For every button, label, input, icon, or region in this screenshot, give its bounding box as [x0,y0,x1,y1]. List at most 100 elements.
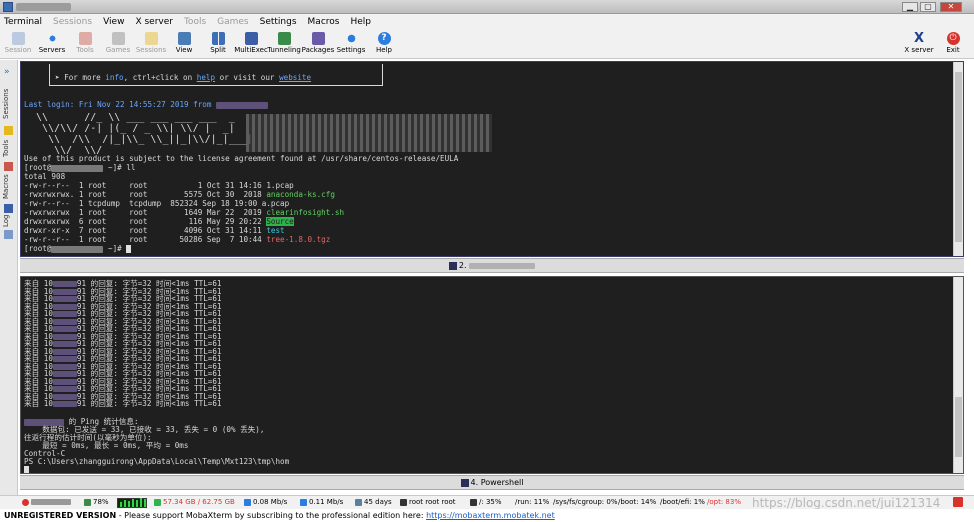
split-icon [211,32,225,45]
status-opt-fs: /opt: 83% [707,498,741,506]
close-window-button[interactable]: ✕ [940,2,962,12]
cursor [24,466,29,473]
double-chevron-icon[interactable]: » [4,68,13,77]
info-line: ➤ For more info, ctrl+click on help or v… [55,73,312,82]
scrollbar-thumb[interactable] [955,397,962,457]
last-login-line: Last login: Fri Nov 22 14:55:27 2019 fro… [24,100,269,109]
macro-icon [4,204,13,213]
split-button[interactable]: Split [201,31,235,58]
packages-icon [311,32,325,45]
prompt-current: [root@ ~]# [24,244,132,253]
macros-tab[interactable]: Macros [2,172,15,202]
status-memory: 57.34 GB / 62.75 GB [154,496,235,509]
cpu-icon [84,498,91,506]
unregistered-message: - Please support MobaXterm by subscribin… [116,511,427,520]
status-upload: 0.08 Mb/s [244,496,287,509]
session-button[interactable]: Session [1,31,35,58]
app-icon [3,2,13,12]
view-button[interactable]: View [167,31,201,58]
status-host [22,496,71,509]
left-sidebar: » Sessions Tools Macros Log [0,60,18,506]
file-row: drwxr-xr-x 7 root root 4096 Oct 31 14:11… [24,226,285,235]
view-label: View [175,46,193,54]
status-root-fs: /: 35% [470,496,502,509]
powershell-icon [460,478,469,487]
multiexec-button[interactable]: MultiExec [234,31,268,58]
minimize-button[interactable]: ▁ [902,2,918,12]
tools-tab[interactable]: Tools [2,136,15,160]
file-name: clearinfosight.sh [266,208,345,217]
menu-terminal[interactable]: Terminal [4,17,42,27]
powershell-prompt: PS C:\Users\zhangguirong\AppData\Local\T… [24,457,290,466]
user-icon [400,498,407,506]
mobaxterm-link[interactable]: https://mobaxterm.mobatek.net [426,511,555,520]
ping-reply-row: 来自 10 91 的回复: 字节=32 时间<1ms TTL=61 [24,399,222,408]
cursor-line [24,465,29,473]
xserver-button[interactable]: X X server [902,31,936,58]
menu-bar: Terminal Sessions View X server Tools Ga… [0,14,974,30]
star-icon [4,126,13,135]
multiexec-icon [244,32,258,45]
menu-view[interactable]: View [103,17,124,27]
tools-icon [4,162,13,171]
memory-icon [154,498,161,506]
menu-sessions[interactable]: Sessions [53,17,92,27]
multiexec-label: MultiExec [234,46,268,54]
status-alert[interactable] [953,496,965,509]
tab-ssh-session[interactable]: 2. [20,258,964,273]
file-name: anaconda-ks.cfg [266,190,335,199]
monitor-icon [11,32,25,45]
games-button[interactable]: Games [101,31,135,58]
packages-label: Packages [301,46,335,54]
menu-help[interactable]: Help [350,17,371,27]
total-line: total 908 [24,172,66,181]
split-label: Split [210,46,226,54]
file-name: tree-1.8.0.tgz [266,235,331,244]
sessions-button[interactable]: Sessions [134,31,168,58]
gamepad-icon [111,32,125,45]
terminal-pane-powershell[interactable]: 来自 10 91 的回复: 字节=32 时间<1ms TTL=61 来自 10 91 … [20,276,964,474]
scrollbar-thumb[interactable] [955,72,962,242]
scrollbar-pane2[interactable] [953,277,963,473]
tunneling-button[interactable]: Tunneling [267,31,301,58]
file-name: a.pcap [261,199,290,208]
file-meta: -rwxrwxrwx 1 root root 1649 Mar 22 2019 [24,208,267,217]
menu-games[interactable]: Games [217,17,248,27]
uptime-icon [355,498,362,506]
games-label: Games [105,46,131,54]
maximize-button[interactable]: ▢ [920,2,936,12]
status-users: root root root [400,496,456,509]
window-title-redacted [16,3,71,11]
title-bar: ▁ ▢ ✕ [0,0,974,14]
terminal-pane-ssh[interactable]: ➤ For more info, ctrl+click on help or v… [20,61,964,257]
view-icon [177,32,191,45]
menu-xserver[interactable]: X server [135,17,173,27]
gear-icon [344,32,358,45]
help-button[interactable]: ? Help [367,31,401,58]
status-bootefi-fs: /boot/efi: 1% [660,498,705,506]
help-link[interactable]: help [197,73,215,82]
exit-button[interactable]: ⏻ Exit [936,31,970,58]
scrollbar-pane1[interactable] [953,62,963,256]
tab-powershell[interactable]: 4. Powershell [20,475,964,490]
menu-tools[interactable]: Tools [184,17,206,27]
blog-watermark: https://blog.csdn.net/jui121314 [752,496,941,510]
settings-button[interactable]: Settings [334,31,368,58]
redacted-host [51,245,104,253]
packages-button[interactable]: Packages [301,31,335,58]
tab-powershell-label: 4. Powershell [470,478,524,487]
website-link[interactable]: website [279,73,311,82]
tools-button[interactable]: Tools [68,31,102,58]
file-meta: -rwxrwxrwx. 1 root root 5575 Oct 30 2018 [24,190,267,199]
redacted-banner [246,114,492,152]
star-icon [144,32,158,45]
info-box: ➤ For more info, ctrl+click on help or v… [49,64,383,86]
status-uptime: 45 days [355,496,392,509]
servers-button[interactable]: Servers [35,31,69,58]
file-meta: -rw-r--r-- 1 root root 50286 Sep 7 10:44 [24,235,267,244]
menu-settings[interactable]: Settings [260,17,297,27]
log-tab[interactable]: Log [2,214,15,228]
menu-macros[interactable]: Macros [308,17,340,27]
status-cpu: 78% [84,496,109,509]
sessions-tab[interactable]: Sessions [2,84,15,124]
